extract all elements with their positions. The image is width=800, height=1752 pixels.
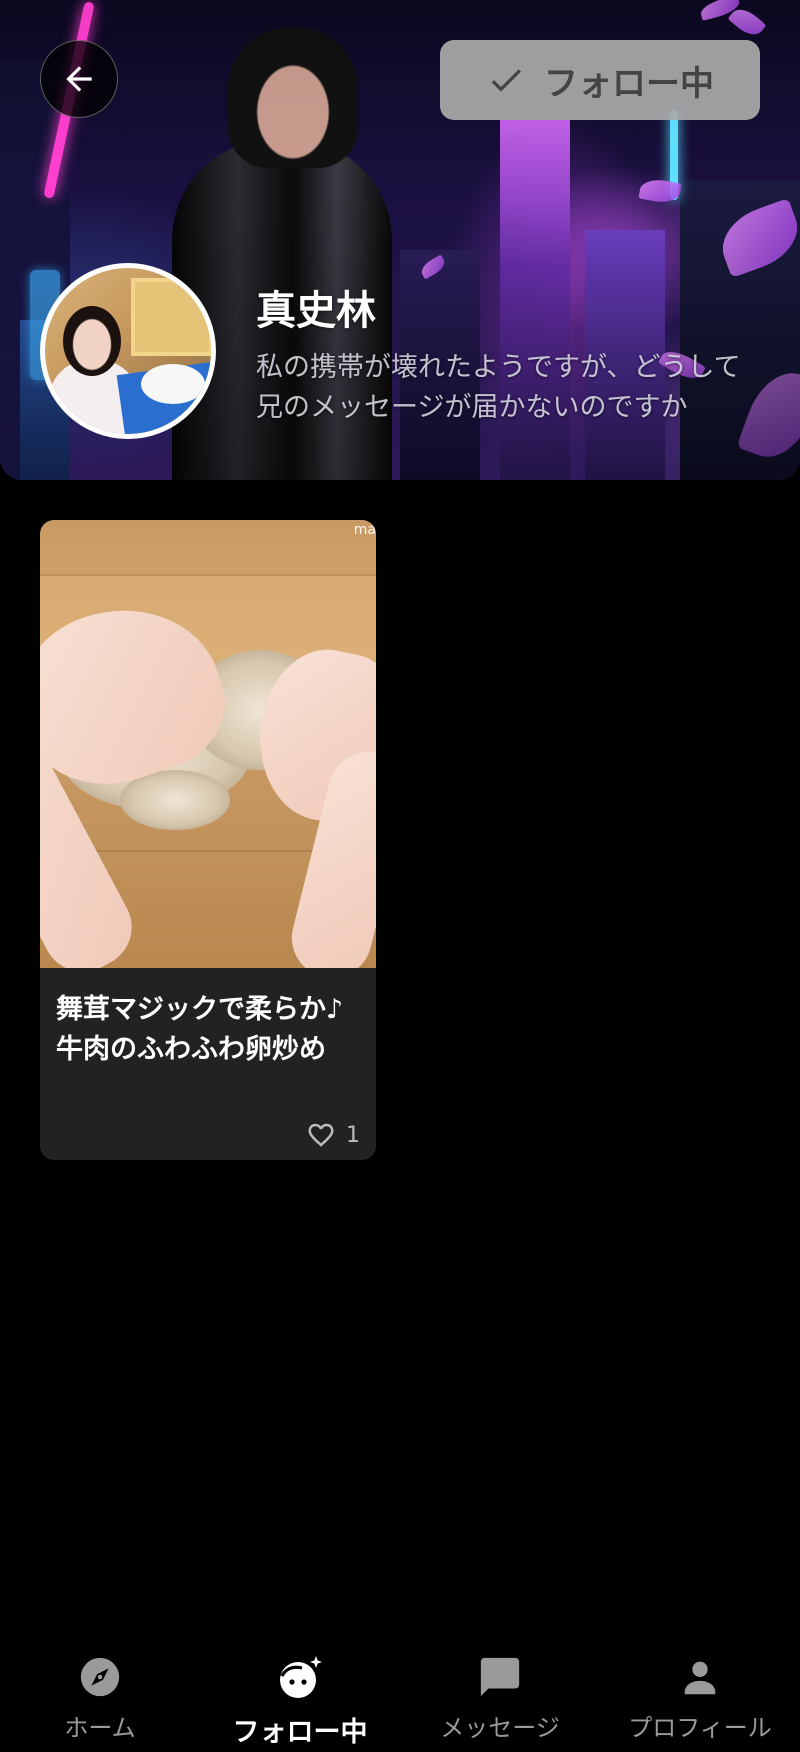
nav-profile[interactable]: プロフィール: [600, 1640, 800, 1752]
post-title: 舞茸マジックで柔らか♪牛肉のふわふわ卵炒め: [56, 994, 344, 1065]
nav-following-label: フォロー中: [232, 1717, 368, 1748]
chat-bubble-icon: [480, 1657, 520, 1697]
nav-messages[interactable]: メッセージ: [400, 1640, 600, 1752]
user-name: 真史林: [256, 288, 376, 334]
checkmark-icon: [491, 69, 521, 92]
nav-messages-label: メッセージ: [440, 1714, 560, 1742]
following-button-label: フォロー中: [544, 63, 714, 104]
bottom-navigation: ホーム フォロー中 メッセージ プロフィール: [0, 1640, 800, 1752]
nav-profile-label: プロフィール: [628, 1714, 772, 1742]
person-icon: [684, 1661, 716, 1695]
compass-icon: [80, 1657, 120, 1697]
nav-home-label: ホーム: [64, 1714, 136, 1742]
post-thumbnail: ma: [40, 520, 376, 968]
following-button[interactable]: フォロー中: [440, 40, 760, 120]
face-sparkle-icon: [280, 1656, 322, 1698]
arrow-left-icon: [66, 66, 92, 92]
nav-home[interactable]: ホーム: [0, 1640, 200, 1752]
heart-icon: [308, 1123, 334, 1147]
nav-following[interactable]: フォロー中: [200, 1640, 400, 1752]
user-avatar[interactable]: [40, 263, 216, 439]
user-bio: 私の携帯が壊れたようですが、どうして兄のメッセージが届かないのですか: [256, 352, 741, 423]
thumbnail-watermark: ma: [353, 522, 376, 538]
post-card[interactable]: ma 舞茸マジックで柔らか♪牛肉のふわふわ卵炒め 1: [40, 520, 376, 1160]
back-button[interactable]: [40, 40, 118, 118]
like-count[interactable]: 1: [306, 1120, 360, 1150]
like-count-value: 1: [346, 1122, 360, 1148]
